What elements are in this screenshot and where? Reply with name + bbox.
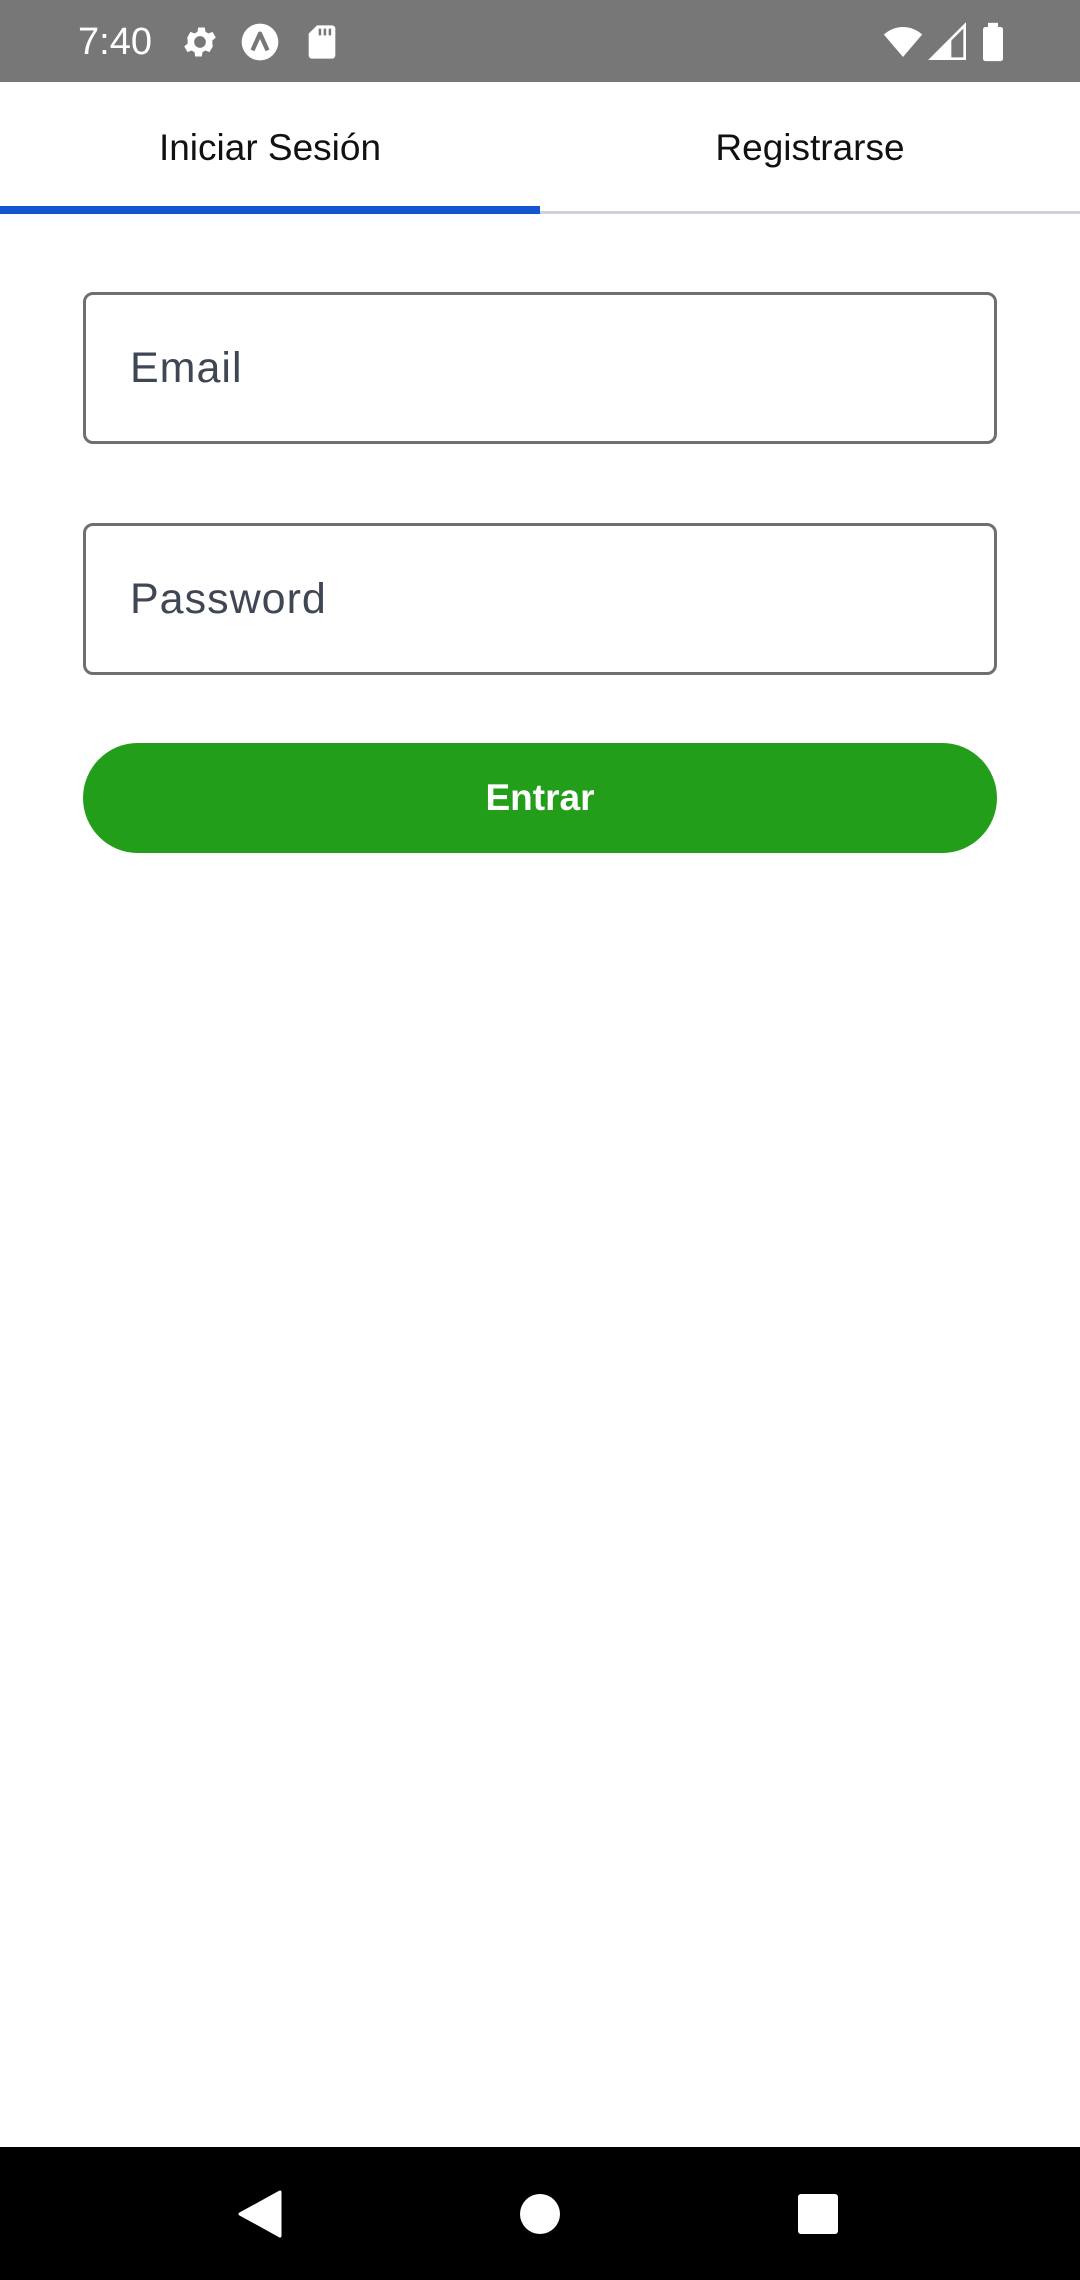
back-icon[interactable] xyxy=(200,2147,320,2280)
recents-icon[interactable] xyxy=(758,2147,878,2280)
status-bar: 7:40 xyxy=(0,0,1080,82)
tab-registrarse[interactable]: Registrarse xyxy=(540,82,1080,214)
sd-card-icon xyxy=(302,22,342,62)
navigation-bar xyxy=(0,2147,1080,2280)
a-circle-icon xyxy=(240,22,280,62)
status-time: 7:40 xyxy=(78,21,152,63)
login-screen: 7:40 Iniciar Sesión Registrarse En xyxy=(0,0,1080,2280)
battery-icon xyxy=(978,22,1008,62)
gear-icon xyxy=(180,22,220,62)
tab-iniciar-sesion[interactable]: Iniciar Sesión xyxy=(0,82,540,214)
home-icon[interactable] xyxy=(480,2147,600,2280)
password-field-container xyxy=(83,523,997,675)
email-field-container xyxy=(83,292,997,444)
email-input[interactable] xyxy=(86,295,994,441)
login-button[interactable]: Entrar xyxy=(83,743,997,853)
wifi-icon xyxy=(882,22,924,62)
tab-indicator xyxy=(0,206,540,214)
password-input[interactable] xyxy=(86,526,994,672)
cell-signal-icon xyxy=(928,22,968,62)
tab-bar: Iniciar Sesión Registrarse xyxy=(0,82,1080,214)
